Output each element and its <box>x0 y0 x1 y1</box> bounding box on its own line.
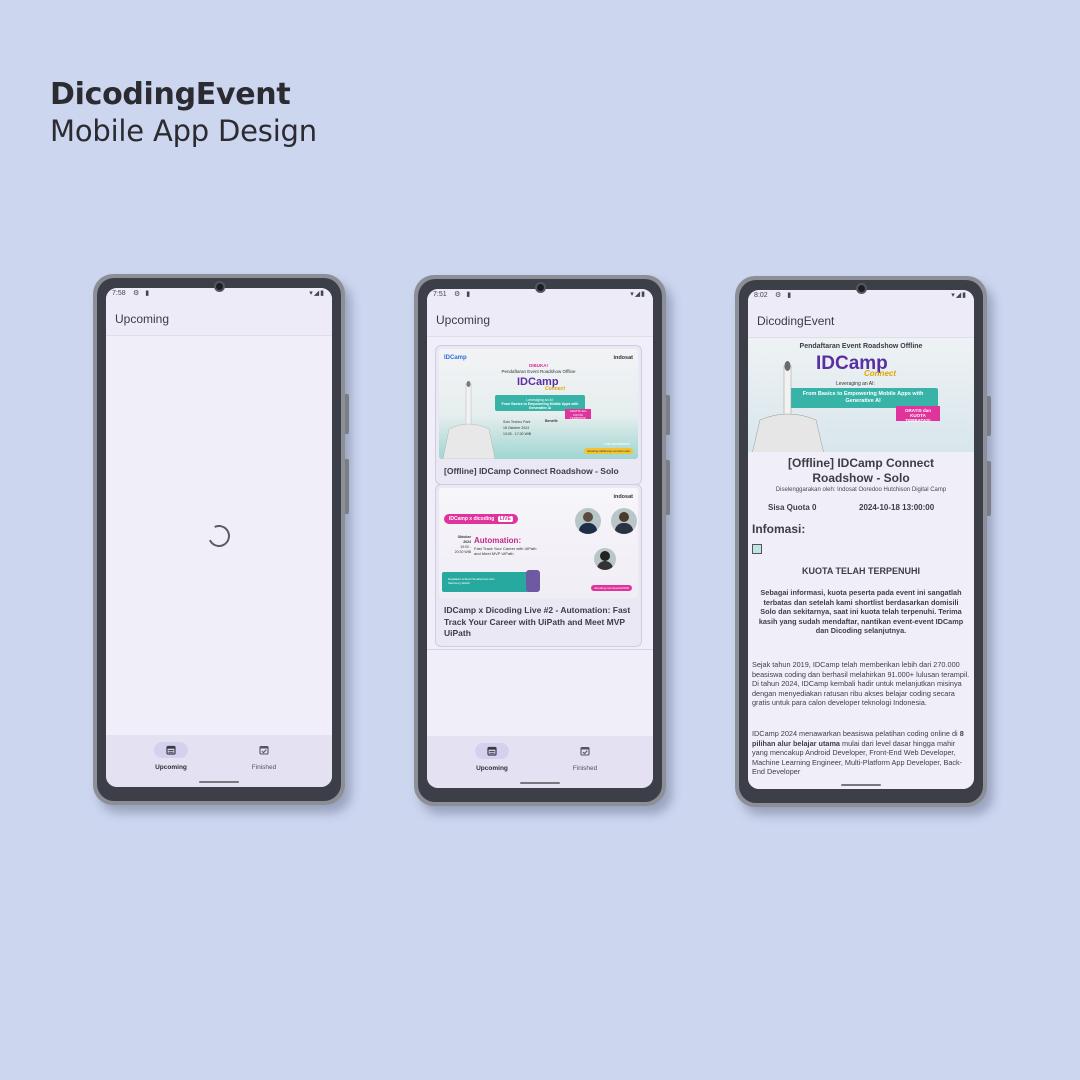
front-camera <box>856 283 867 294</box>
poster-details: Solo Techno Park 18 Oktober 2024 13:00 -… <box>503 420 532 436</box>
event-title: [Offline] IDCamp Connect Roadshow - Solo <box>788 456 934 485</box>
event-datetime: 2024-10-18 13:00:00 <box>859 503 935 512</box>
poster-reg: Link pendaftaran <box>603 442 630 446</box>
poster-headline: Pendaftaran Event Roadshow Offline <box>501 369 576 374</box>
event-poster-image: IDCamp indosat DIBUKA! Pendaftaran Event… <box>439 349 638 459</box>
poster-logo-sub: Connect <box>545 386 565 392</box>
status-time: 7:58 <box>112 290 126 297</box>
calendar-icon <box>487 746 497 756</box>
front-camera <box>535 282 546 293</box>
poster-url: dicoding.com/events/DND <box>591 585 632 591</box>
event-card[interactable]: indosat IDCamp x dicoding LIVE Oktober 2… <box>435 484 642 647</box>
event-quota: Sisa Quota 0 <box>768 503 817 512</box>
full-quota-paragraph: Sebagai informasi, kuota peserta pada ev… <box>758 588 964 635</box>
poster-badge: IDCamp x dicoding LIVE <box>444 514 518 524</box>
poster-url: dicoding.id/idcamp-connect-solo <box>584 448 633 454</box>
nav-upcoming[interactable]: Upcoming <box>462 743 522 772</box>
phone-loading: 7:58 ⚙ ▮ ▾◢▮ Upcoming Upcoming Finished <box>93 274 349 805</box>
speaker-avatar <box>594 548 616 570</box>
signal-battery-icon: ▾◢▮ <box>309 290 325 297</box>
event-list: IDCamp indosat DIBUKA! Pendaftaran Event… <box>427 337 653 736</box>
loading-spinner-icon <box>204 521 234 550</box>
poster-date: Oktober 2024 19:00 - 20:30 WIB <box>454 535 471 554</box>
event-poster-image: indosat IDCamp x dicoding LIVE Oktober 2… <box>439 488 638 598</box>
poster-headline: Pendaftaran Event Roadshow Offline <box>799 343 923 350</box>
nav-finished[interactable]: Finished <box>234 742 294 771</box>
speaker-avatar <box>611 508 637 534</box>
poster-logo-sub: Connect <box>864 369 896 378</box>
app-bar: Upcoming <box>427 301 653 337</box>
event-title: IDCamp x Dicoding Live #2 - Automation: … <box>444 605 631 638</box>
poster-tag: GRATIS dan KUOTA TERBATAS! <box>896 406 940 423</box>
poster-tag: GRATIS dan KUOTA TERBATAS! <box>565 409 591 420</box>
settings-icon: ⚙ ▮ <box>775 292 794 299</box>
tugu-monument-icon <box>752 361 824 452</box>
nav-finished[interactable]: Finished <box>555 743 615 772</box>
event-detail-scroll[interactable]: Pendaftaran Event Roadshow Offline IDCam… <box>748 338 974 789</box>
design-subtitle: Mobile App Design <box>50 114 317 148</box>
screen: 7:51 ⚙ ▮ ▾◢▮ Upcoming IDCamp indosat DIB… <box>427 289 653 788</box>
settings-icon: ⚙ ▮ <box>133 290 152 297</box>
screen: 8:02 ⚙ ▮ ▾◢▮ DicodingEvent Pendaftaran E… <box>748 290 974 789</box>
calendar-check-icon <box>259 745 269 755</box>
phone-upcoming-list: 7:51 ⚙ ▮ ▾◢▮ Upcoming IDCamp indosat DIB… <box>414 275 670 806</box>
event-organizer: Diselenggarakan oleh: Indosat Ooredoo Hu… <box>775 487 947 493</box>
app-bar: DicodingEvent <box>748 302 974 338</box>
content-area <box>106 336 332 735</box>
nav-finished-label: Finished <box>251 764 277 771</box>
description-paragraph: Sejak tahun 2019, IDCamp telah memberika… <box>752 660 970 707</box>
app-name: DicodingEvent <box>50 77 291 112</box>
front-camera <box>214 281 225 292</box>
poster-promo-bar: Dapatkan sebuah Smartphone dan Samsung W… <box>442 570 540 592</box>
nav-finished-label: Finished <box>572 765 598 772</box>
info-label: Infomasi: <box>752 522 806 536</box>
event-title: [Offline] IDCamp Connect Roadshow - Solo <box>444 466 619 476</box>
calendar-icon <box>166 745 176 755</box>
broken-image-icon <box>752 544 762 554</box>
app-bar: Upcoming <box>106 300 332 336</box>
status-time: 7:51 <box>433 291 447 298</box>
nav-upcoming-label: Upcoming <box>155 764 187 771</box>
nav-upcoming[interactable]: Upcoming <box>141 742 201 771</box>
home-indicator[interactable] <box>199 781 239 783</box>
screen: 7:58 ⚙ ▮ ▾◢▮ Upcoming Upcoming Finished <box>106 288 332 787</box>
poster-headline: Automation: <box>474 536 522 545</box>
description-paragraph: IDCamp 2024 menawarkan beasiswa pelatiha… <box>752 729 964 776</box>
event-poster-image: Pendaftaran Event Roadshow Offline IDCam… <box>748 338 974 452</box>
nav-upcoming-label: Upcoming <box>476 765 508 772</box>
calendar-check-icon <box>580 746 590 756</box>
app-bar-title: Upcoming <box>436 313 491 327</box>
home-indicator[interactable] <box>841 784 881 786</box>
poster-sub: Fast Track Your Career with UiPath and M… <box>474 546 537 556</box>
event-card[interactable]: IDCamp indosat DIBUKA! Pendaftaran Event… <box>435 345 642 485</box>
full-quota-heading: KUOTA TELAH TERPENUHI <box>802 566 920 576</box>
indosat-logo: indosat <box>613 494 633 500</box>
signal-battery-icon: ▾◢▮ <box>951 292 967 299</box>
signal-battery-icon: ▾◢▮ <box>630 291 646 298</box>
idcamp-logo: IDCamp <box>444 355 467 361</box>
poster-benefit: Benefit: <box>545 419 559 423</box>
poster-dibuka: DIBUKA! <box>529 363 548 368</box>
indosat-logo: indosat <box>613 355 633 361</box>
speaker-avatar <box>575 508 601 534</box>
bottom-navigation: Upcoming Finished <box>427 736 653 788</box>
status-time: 8:02 <box>754 292 768 299</box>
phone-event-detail: 8:02 ⚙ ▮ ▾◢▮ DicodingEvent Pendaftaran E… <box>735 276 991 807</box>
app-bar-title: DicodingEvent <box>757 314 835 328</box>
presentation-heading: DicodingEvent Mobile App Design <box>50 76 317 150</box>
poster-banner-small: Leveraging an AI: <box>836 381 875 387</box>
settings-icon: ⚙ ▮ <box>454 291 473 298</box>
bottom-navigation: Upcoming Finished <box>106 735 332 787</box>
tugu-monument-icon <box>442 381 496 459</box>
app-bar-title: Upcoming <box>115 312 170 326</box>
home-indicator[interactable] <box>520 782 560 784</box>
